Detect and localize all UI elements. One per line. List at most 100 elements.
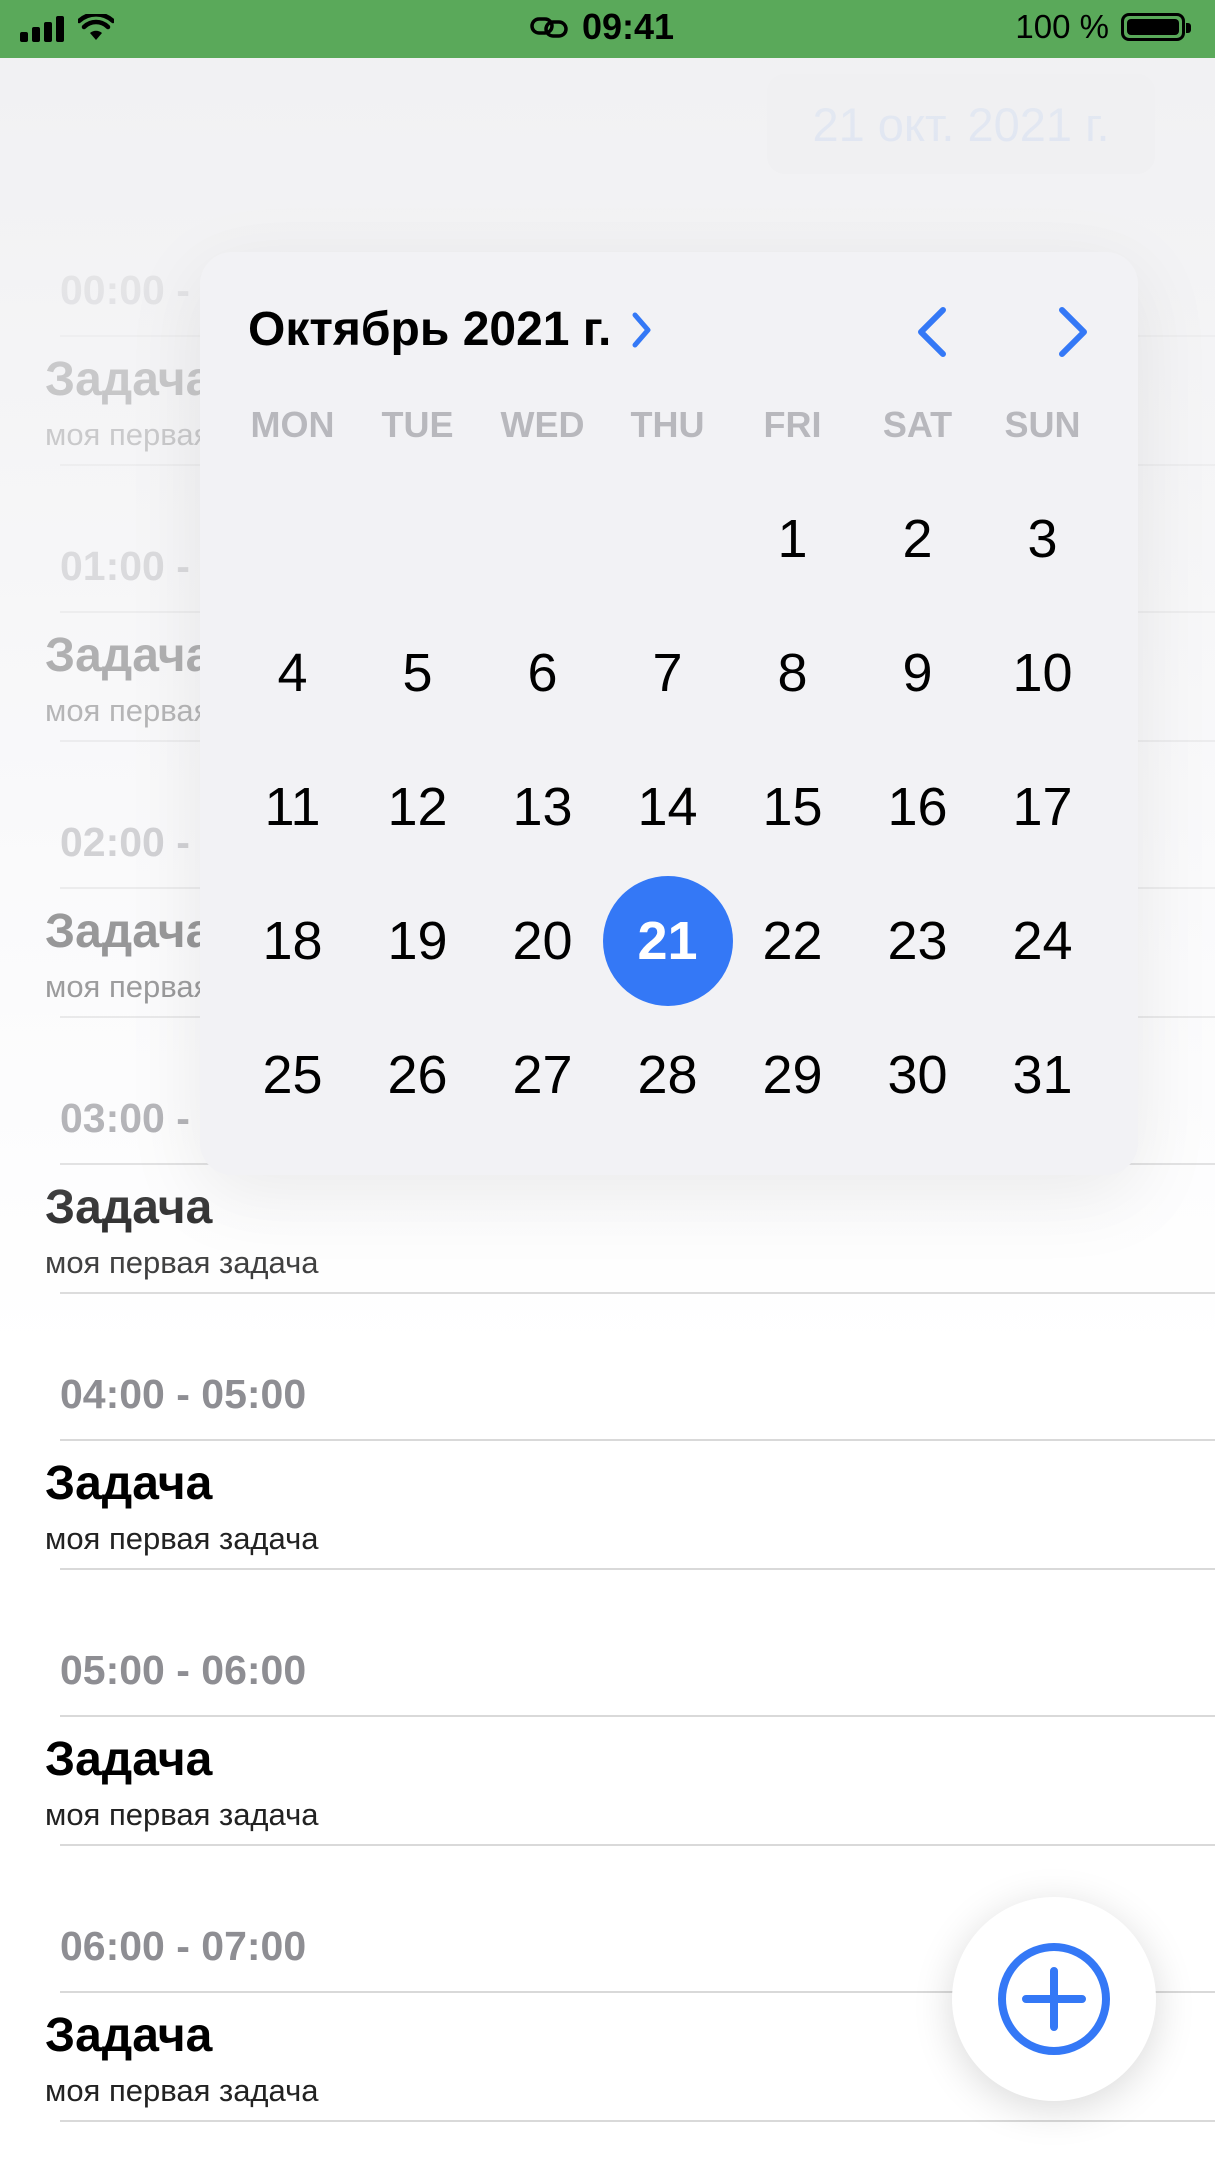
day-cell[interactable]: 18 [230,874,355,1008]
signal-icon [20,16,64,42]
time-slot[interactable]: 04:00 - 05:00 Задача моя первая задача [0,1356,1215,1632]
day-number: 25 [262,1045,323,1105]
day-number: 10 [1012,643,1073,703]
task-title: Задача [45,1181,213,1234]
day-cell[interactable]: 9 [855,606,980,740]
status-left [20,14,114,42]
month-selector[interactable]: Октябрь 2021 г. [248,302,653,357]
day-cell[interactable]: 31 [980,1008,1105,1142]
add-task-button[interactable] [952,1897,1156,2101]
task-title: Задача [45,353,213,406]
day-number: 30 [887,1045,948,1105]
task-title: Задача [45,1733,213,1786]
day-cell[interactable]: 5 [355,606,480,740]
day-cell[interactable]: 17 [980,740,1105,874]
chevron-right-icon [632,312,651,347]
day-cell[interactable]: 8 [730,606,855,740]
empty-day [480,472,605,606]
day-cell[interactable]: 23 [855,874,980,1008]
status-right: 100 % [1015,8,1191,46]
time-slot[interactable]: 05:00 - 06:00 Задача моя первая задача [0,1632,1215,1908]
next-month-button[interactable] [1040,302,1100,362]
day-grid: 1 2 3 4 5 6 7 8 9 10 11 12 13 14 15 16 17 18 19 20 21 22 23 24 2… [200,472,1138,1142]
day-number: 12 [387,777,448,837]
date-picker-button[interactable]: 21 окт. 2021 г. [767,74,1155,174]
task-title: Задача [45,629,213,682]
status-center: 09:41 [530,6,674,48]
day-cell[interactable]: 10 [980,606,1105,740]
battery-percent: 100 % [1015,8,1109,45]
empty-day [230,472,355,606]
day-cell[interactable]: 14 [605,740,730,874]
day-cell[interactable]: 7 [605,606,730,740]
divider [60,2120,1215,2122]
day-number: 22 [762,911,823,971]
day-cell[interactable]: 30 [855,1008,980,1142]
day-number: 27 [512,1045,573,1105]
weekday-label: TUE [381,404,454,445]
task-subtitle: моя первая задача [45,1245,319,1280]
prev-month-button[interactable] [905,302,965,362]
day-cell[interactable]: 22 [730,874,855,1008]
month-label: Октябрь 2021 г. [248,303,612,356]
status-bar: 09:41 100 % [0,0,1215,58]
day-cell[interactable]: 6 [480,606,605,740]
day-number: 20 [512,911,573,971]
divider [60,1439,1215,1441]
day-number: 21 [637,911,698,971]
day-number: 16 [887,777,948,837]
day-number: 19 [387,911,448,971]
day-cell[interactable]: 15 [730,740,855,874]
day-number: 31 [1012,1045,1073,1105]
day-cell[interactable]: 13 [480,740,605,874]
day-number: 29 [762,1045,823,1105]
day-cell[interactable]: 24 [980,874,1105,1008]
day-cell[interactable]: 3 [980,472,1105,606]
day-number: 15 [762,777,823,837]
weekday-header: MON TUE WED THU FRI SAT SUN [200,404,1138,446]
day-number: 28 [637,1045,698,1105]
day-cell[interactable]: 25 [230,1008,355,1142]
task-title: Задача [45,905,213,958]
slot-time: 05:00 - 06:00 [60,1647,307,1693]
day-cell[interactable]: 2 [855,472,980,606]
day-cell[interactable]: 26 [355,1008,480,1142]
day-cell[interactable]: 11 [230,740,355,874]
task-subtitle: моя первая задача [45,2073,319,2108]
day-cell[interactable]: 20 [480,874,605,1008]
slot-time: 06:00 - 07:00 [60,1923,307,1969]
day-number: 3 [1027,509,1058,569]
day-cell-selected[interactable]: 21 [602,874,733,1008]
day-cell[interactable]: 16 [855,740,980,874]
slot-time: 04:00 - 05:00 [60,1371,307,1417]
day-cell[interactable]: 27 [480,1008,605,1142]
weekday-label: MON [250,404,335,445]
day-cell[interactable]: 19 [355,874,480,1008]
day-number: 7 [652,643,683,703]
plus-circle-icon [998,1943,1110,2055]
calendar-popover: Октябрь 2021 г. MON TUE WED THU FRI SAT SUN 12… [200,252,1138,1175]
day-number: 6 [527,643,558,703]
day-cell[interactable]: 1 [730,472,855,606]
divider [60,1715,1215,1717]
empty-day [355,472,480,606]
day-number: 4 [277,643,308,703]
chevron-left-icon [918,307,946,357]
weekday-label: THU [630,404,705,445]
day-number: 26 [387,1045,448,1105]
day-cell[interactable]: 4 [230,606,355,740]
day-number: 14 [637,777,698,837]
task-subtitle: моя первая задача [45,1797,319,1832]
day-number: 13 [512,777,573,837]
weekday-label: WED [500,404,585,445]
day-number: 24 [1012,911,1073,971]
weekday-label: SAT [882,404,953,445]
day-cell[interactable]: 12 [355,740,480,874]
status-time: 09:41 [582,6,675,47]
wifi-icon [78,14,114,40]
day-number: 23 [887,911,948,971]
task-subtitle: моя первая задача [45,1521,319,1556]
day-cell[interactable]: 28 [605,1008,730,1142]
day-cell[interactable]: 29 [730,1008,855,1142]
day-number: 1 [777,509,808,569]
